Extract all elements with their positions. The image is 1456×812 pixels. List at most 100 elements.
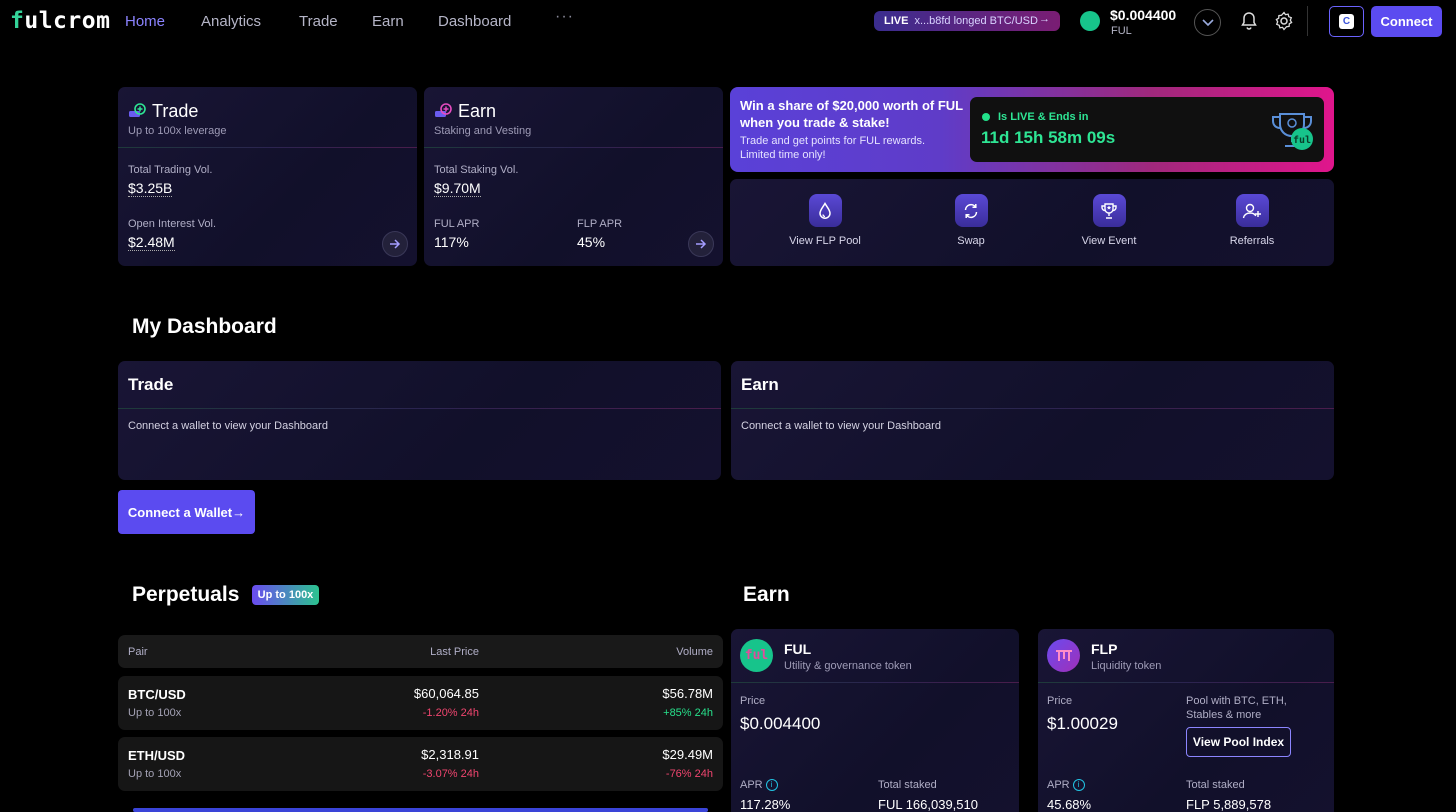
volume-change: +85% 24h bbox=[663, 707, 713, 719]
dashboard-earn-message: Connect a wallet to view your Dashboard bbox=[741, 420, 941, 432]
swap-label: Swap bbox=[957, 235, 985, 247]
ful-staked-value: FUL 166,039,510 bbox=[878, 797, 978, 812]
nav-home[interactable]: Home bbox=[125, 13, 165, 30]
table-row[interactable]: ETH/USD Up to 100x $2,318.91 -3.07% 24h … bbox=[118, 737, 723, 791]
ful-price-label: Price bbox=[740, 695, 766, 707]
dashboard-earn-title: Earn bbox=[741, 375, 779, 394]
dashboard-trade-message: Connect a wallet to view your Dashboard bbox=[128, 420, 328, 432]
referrals-label: Referrals bbox=[1229, 235, 1275, 247]
ful-token-icon bbox=[1080, 11, 1100, 31]
ful-token-name: FUL bbox=[784, 641, 812, 657]
chevron-down-icon bbox=[1201, 18, 1214, 26]
live-feed-pill[interactable]: LIVE x...b8fd longed BTC/USD → bbox=[874, 11, 1060, 31]
total-trading-vol-value: $3.25B bbox=[128, 180, 173, 197]
arrow-right-icon: → bbox=[1039, 13, 1050, 25]
pair-name: ETH/USD bbox=[128, 748, 186, 763]
connect-button[interactable]: Connect bbox=[1371, 6, 1442, 37]
flp-price-value: $1.00029 bbox=[1047, 714, 1118, 733]
card-divider bbox=[1038, 682, 1334, 683]
flp-token-icon bbox=[1047, 639, 1080, 672]
arrow-right-icon bbox=[390, 239, 401, 249]
promo-title: Win a share of $20,000 worth of FUL when… bbox=[740, 98, 963, 130]
total-trading-vol-label: Total Trading Vol. bbox=[128, 164, 213, 176]
last-price: $60,064.85 bbox=[413, 686, 479, 701]
ful-staked-label: Total staked bbox=[878, 779, 937, 791]
flp-staked-label: Total staked bbox=[1186, 779, 1245, 791]
card-divider bbox=[731, 408, 1334, 409]
live-feed-text: x...b8fd longed BTC/USD bbox=[914, 15, 1038, 27]
flp-apr-value: 45.68% bbox=[1047, 797, 1092, 812]
ful-apr-label-text: APR bbox=[740, 779, 763, 791]
trophy-icon: ful bbox=[1270, 110, 1316, 157]
flp-apr-value: 45% bbox=[577, 234, 606, 250]
more-menu-icon[interactable]: ··· bbox=[555, 8, 574, 26]
card-divider bbox=[731, 682, 1019, 683]
earn-card-arrow-button[interactable] bbox=[688, 231, 714, 257]
ful-token-desc: Utility & governance token bbox=[784, 660, 912, 672]
swap-button[interactable]: Swap bbox=[916, 194, 1026, 247]
flp-token-desc: Liquidity token bbox=[1091, 660, 1162, 672]
price-dropdown-button[interactable] bbox=[1194, 9, 1221, 36]
trade-card-arrow-button[interactable] bbox=[382, 231, 408, 257]
trade-card-icon bbox=[128, 103, 146, 124]
live-label: LIVE bbox=[884, 15, 909, 27]
connect-wallet-button[interactable]: Connect a Wallet→ bbox=[118, 490, 255, 534]
view-event-label: View Event bbox=[1081, 235, 1137, 247]
perpetuals-title: Perpetuals bbox=[132, 583, 240, 606]
live-status-text: Is LIVE & Ends in bbox=[998, 111, 1089, 123]
view-flp-pool-label: View FLP Pool bbox=[789, 235, 861, 247]
earn-card-icon bbox=[434, 103, 452, 124]
header-last-price: Last Price bbox=[430, 646, 479, 658]
nav-analytics[interactable]: Analytics bbox=[201, 13, 261, 30]
flp-token-name: FLP bbox=[1091, 641, 1118, 657]
nav-dashboard[interactable]: Dashboard bbox=[438, 13, 511, 30]
ful-symbol: FUL bbox=[1111, 25, 1132, 37]
view-flp-pool-button[interactable]: View FLP Pool bbox=[770, 194, 880, 247]
view-pool-index-button[interactable]: View Pool Index bbox=[1186, 727, 1291, 757]
perpetuals-table-header: Pair Last Price Volume bbox=[118, 635, 723, 668]
referrals-button[interactable]: Referrals bbox=[1197, 194, 1307, 247]
fulcrom-logo[interactable]: fulcrom bbox=[10, 8, 110, 34]
header-volume: Volume bbox=[676, 646, 713, 658]
earn-card-title: Earn bbox=[458, 101, 497, 121]
open-interest-vol-label: Open Interest Vol. bbox=[128, 218, 217, 230]
live-status-dot bbox=[982, 113, 990, 121]
chain-logo-icon: C bbox=[1339, 14, 1354, 29]
swap-icon bbox=[954, 194, 988, 227]
table-row[interactable]: BTC/USD Up to 100x $60,064.85 -1.20% 24h… bbox=[118, 676, 723, 730]
flp-apr-label: FLP APR bbox=[577, 218, 623, 230]
nav-earn[interactable]: Earn bbox=[372, 13, 404, 30]
price-change: -1.20% 24h bbox=[422, 707, 479, 719]
ful-apr-value: 117.28% bbox=[740, 797, 791, 812]
header-pair: Pair bbox=[128, 646, 148, 658]
ful-price-value: $0.004400 bbox=[740, 714, 821, 733]
info-icon[interactable]: i bbox=[765, 779, 778, 792]
flp-staked-value: FLP 5,889,578 bbox=[1186, 797, 1272, 812]
card-divider bbox=[118, 408, 721, 409]
card-divider bbox=[424, 147, 723, 148]
settings-gear-icon[interactable] bbox=[1274, 11, 1294, 36]
promo-subtitle: Trade and get points for FUL rewards. Li… bbox=[740, 135, 926, 161]
chain-selector-button[interactable]: C bbox=[1329, 6, 1364, 37]
volume: $56.78M bbox=[662, 686, 713, 701]
total-staking-vol-value: $9.70M bbox=[434, 180, 481, 197]
view-event-button[interactable]: View Event bbox=[1054, 194, 1164, 247]
nav-trade[interactable]: Trade bbox=[299, 13, 338, 30]
trade-card-subtitle: Up to 100x leverage bbox=[128, 125, 227, 137]
trade-card-title: Trade bbox=[152, 101, 199, 121]
info-icon[interactable]: i bbox=[1072, 779, 1085, 792]
arrow-right-icon bbox=[696, 239, 707, 249]
pair-leverage: Up to 100x bbox=[128, 768, 182, 780]
ful-price: $0.004400 bbox=[1110, 7, 1177, 23]
pair-leverage: Up to 100x bbox=[128, 707, 182, 719]
notification-bell-icon[interactable] bbox=[1240, 11, 1258, 36]
earn-card-subtitle: Staking and Vesting bbox=[434, 125, 532, 137]
drop-icon bbox=[808, 194, 842, 227]
ful-apr-value: 117% bbox=[434, 234, 469, 250]
last-price: $2,318.91 bbox=[421, 747, 479, 762]
scroll-edge-bar bbox=[133, 808, 708, 812]
leverage-badge: Up to 100x bbox=[252, 585, 319, 605]
flp-apr-label-text: APR bbox=[1047, 779, 1070, 791]
total-staking-vol-label: Total Staking Vol. bbox=[434, 164, 519, 176]
flp-price-label: Price bbox=[1047, 695, 1073, 707]
